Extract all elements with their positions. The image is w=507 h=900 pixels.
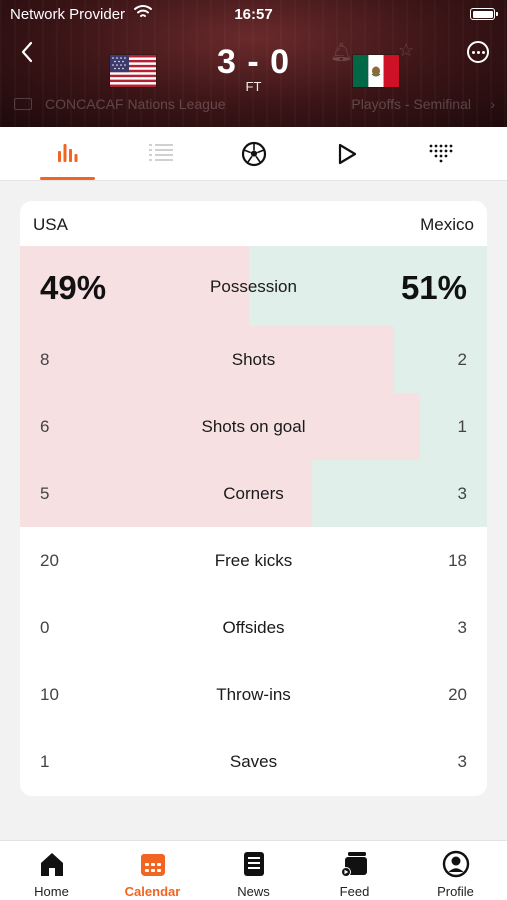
stat-label: Throw-ins (216, 685, 291, 704)
match-tabs (0, 127, 507, 181)
away-stat-value: 1 (457, 417, 467, 436)
away-stat-value: 2 (457, 350, 467, 369)
play-icon (338, 143, 356, 165)
nav-news-label: News (237, 884, 270, 899)
nav-home-label: Home (34, 884, 69, 899)
nav-feed-label: Feed (339, 884, 370, 899)
stat-label: Saves (229, 752, 278, 771)
nav-home[interactable]: Home (1, 841, 102, 900)
tab-video[interactable] (296, 127, 397, 181)
stat-row-saves: 1 Saves 3 (20, 728, 487, 795)
status-bar: Network Provider 16:57 (0, 0, 507, 28)
away-stat-value: 3 (457, 484, 467, 503)
away-stat-value: 18 (448, 551, 467, 570)
stat-row-corners: 5 Corners 3 (20, 460, 487, 527)
stat-label: Shots on goal (201, 417, 306, 436)
nav-news[interactable]: News (203, 841, 304, 900)
competition-stage: Playoffs - Semifinal (351, 96, 471, 112)
home-team-name: USA (33, 215, 68, 234)
clock-time: 16:57 (234, 6, 273, 23)
home-icon (40, 853, 63, 876)
feed-icon (340, 852, 367, 877)
stat-row-throw-ins: 10 Throw-ins 20 (20, 661, 487, 728)
stat-label: Free kicks (214, 551, 293, 570)
teams-header: USA Mexico (20, 201, 487, 246)
bar-chart-icon (57, 144, 77, 162)
battery-icon (470, 8, 498, 20)
match-header: Network Provider 16:57 🔔︎ ☆ 3 - 0 FT CON… (0, 0, 507, 127)
profile-icon (442, 850, 469, 878)
bottom-navigation: Home Calendar News Feed Profile (0, 840, 507, 900)
mexico-flag-icon[interactable] (353, 55, 399, 87)
tab-stats[interactable] (17, 127, 118, 181)
nav-profile-label: Profile (437, 884, 474, 899)
stat-row-shots: 8 Shots 2 (20, 326, 487, 393)
stat-row-free-kicks: 20 Free kicks 18 (20, 527, 487, 594)
stat-label: Shots (231, 350, 276, 369)
away-team-name: Mexico (420, 215, 474, 234)
away-stat-value: 51% (400, 269, 467, 306)
tab-events[interactable] (203, 127, 304, 181)
nav-calendar[interactable]: Calendar (102, 841, 203, 900)
stat-row-possession: 49% Possession 51% (20, 246, 487, 326)
match-score: 3 - 0 (216, 43, 291, 81)
tab-lineups[interactable] (110, 127, 211, 181)
soccer-ball-icon (241, 141, 266, 167)
news-icon (243, 852, 264, 876)
away-stat-value: 3 (457, 618, 467, 637)
stat-row-shots-on-goal: 6 Shots on goal 1 (20, 393, 487, 460)
active-tab-indicator (40, 177, 95, 180)
nav-feed[interactable]: Feed (304, 841, 405, 900)
stat-label: Corners (223, 484, 284, 503)
numbered-list-icon (148, 144, 173, 161)
nav-profile[interactable]: Profile (405, 841, 506, 900)
calendar-icon (140, 854, 165, 876)
competition-name: CONCACAF Nations League (45, 96, 226, 112)
competition-row[interactable]: CONCACAF Nations League Playoffs - Semif… (0, 96, 507, 114)
dot-grid-icon (429, 144, 452, 163)
chevron-right-icon: › (490, 96, 495, 112)
stat-label: Offsides (222, 618, 285, 637)
match-status: FT (245, 79, 262, 94)
match-stats-card: USA Mexico 49% Possession 51% 8 Shots 2 6 Shots… (20, 201, 487, 796)
tab-standings[interactable] (389, 127, 490, 181)
nav-calendar-label: Calendar (124, 884, 181, 899)
away-stat-value: 20 (448, 685, 467, 704)
away-stat-value: 3 (457, 752, 467, 771)
stat-row-offsides: 0 Offsides 3 (20, 594, 487, 661)
competition-logo-icon (14, 98, 32, 110)
